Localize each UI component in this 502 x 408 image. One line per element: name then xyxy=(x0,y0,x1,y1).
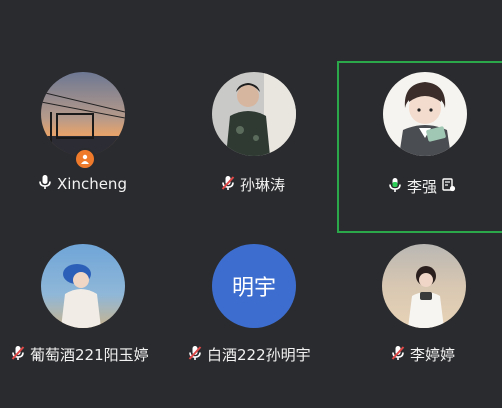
participant-tile-xincheng[interactable]: Xincheng xyxy=(0,58,167,234)
microphone-icon[interactable] xyxy=(38,174,52,194)
microphone-speaking-icon[interactable] xyxy=(388,177,402,197)
participant-name: 李婷婷 xyxy=(410,346,456,364)
participant-name: 李强 xyxy=(407,178,438,196)
participant-name-row: 孙琳涛 xyxy=(221,174,285,195)
participant-name-row: Xincheng xyxy=(38,174,127,194)
avatar xyxy=(212,72,296,156)
participant-tile-yangyuting[interactable]: 葡萄酒221阳玉婷 xyxy=(0,232,167,408)
avatar-initials: 明宇 xyxy=(231,276,276,301)
participant-name-row: 李强 xyxy=(388,176,456,197)
participant-tile-litingting[interactable]: 李婷婷 xyxy=(337,232,502,408)
participant-name: 白酒222孙明宇 xyxy=(207,346,311,364)
participant-name-row: 葡萄酒221阳玉婷 xyxy=(11,344,149,365)
host-badge-icon xyxy=(74,148,96,170)
avatar xyxy=(41,244,125,328)
participant-tile-sunmingyu[interactable]: 明宇 白酒222孙明宇 xyxy=(167,232,334,408)
microphone-muted-icon[interactable] xyxy=(188,345,202,365)
microphone-muted-icon[interactable] xyxy=(11,345,25,365)
participant-name-row: 白酒222孙明宇 xyxy=(188,344,311,365)
participant-name: 葡萄酒221阳玉婷 xyxy=(30,346,149,364)
participant-name: 孙琳涛 xyxy=(240,176,286,194)
microphone-muted-icon[interactable] xyxy=(221,175,235,195)
avatar xyxy=(382,244,466,328)
participant-tile-sunlintao[interactable]: 孙琳涛 xyxy=(167,58,334,234)
avatar: 明宇 xyxy=(212,244,296,328)
participant-tile-liqiang-active[interactable]: 李强 xyxy=(337,61,502,233)
microphone-muted-icon[interactable] xyxy=(391,345,405,365)
avatar xyxy=(41,72,125,156)
participant-name: Xincheng xyxy=(57,175,127,193)
screen-share-icon xyxy=(442,177,456,196)
participant-name-row: 李婷婷 xyxy=(391,344,455,365)
avatar xyxy=(383,72,467,156)
